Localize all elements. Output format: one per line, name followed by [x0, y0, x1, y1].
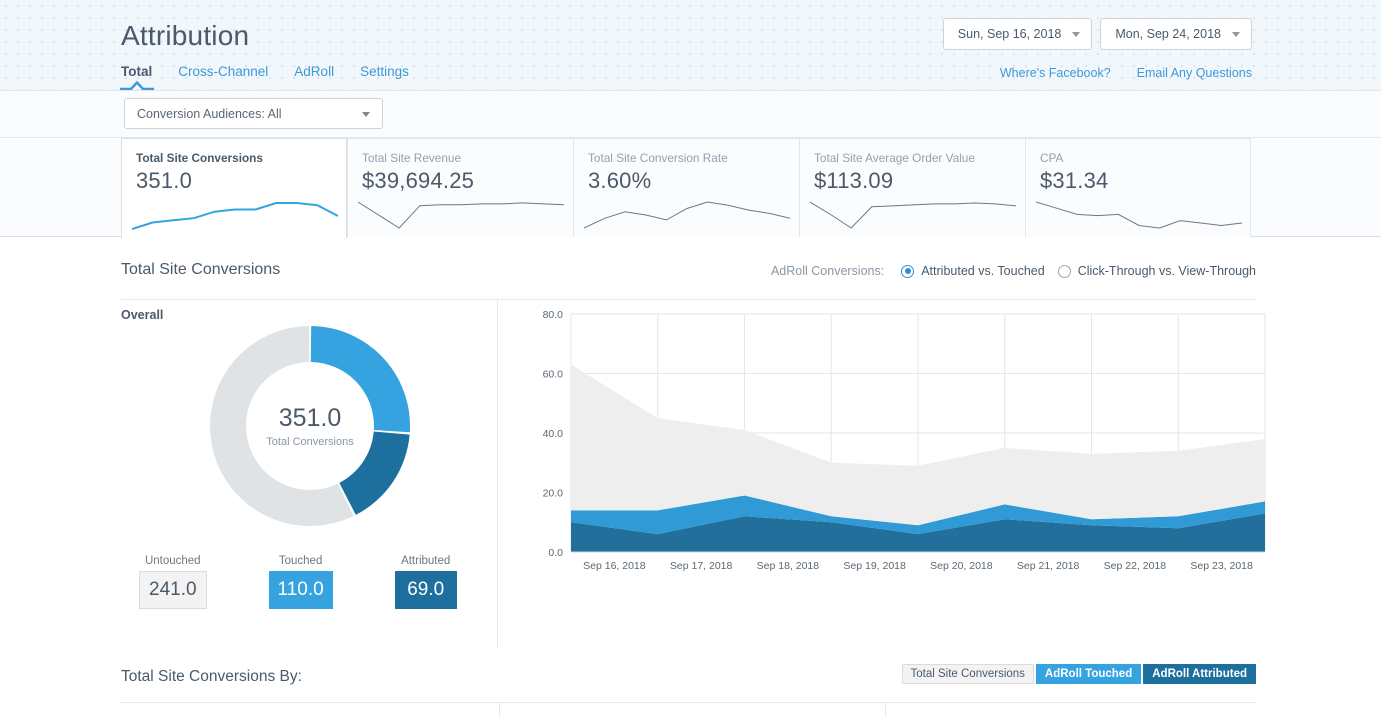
kpi-card-0[interactable]: Total Site Conversions 351.0 [121, 138, 347, 238]
kpi-value: $31.34 [1040, 168, 1236, 194]
kpi-sparkline [584, 197, 790, 231]
conversions-area-chart: 0.0 20.0 40.0 60.0 80.0 Sep 16, 2018 Sep 17, 2… [525, 304, 1277, 588]
breakdown-table-header: Device Type Country Products Viewed [121, 702, 1256, 717]
conversions-panel: Overall 351.0 Total Conversions Untouche… [121, 299, 1256, 648]
conversions-by-title: Total Site Conversions By: [121, 668, 302, 686]
conversions-section-header: Total Site Conversions AdRoll Conversion… [0, 253, 1381, 299]
tab-label: Settings [360, 64, 409, 79]
x-axis-tick-label: Sep 23, 2018 [1190, 560, 1253, 572]
tab-total[interactable]: Total [121, 64, 152, 89]
tab-label: Cross-Channel [178, 64, 268, 79]
chevron-down-icon [362, 112, 370, 117]
x-axis-tick-label: Sep 17, 2018 [670, 560, 733, 572]
chevron-down-icon [1232, 32, 1240, 37]
radio-group-caption: AdRoll Conversions: [771, 264, 884, 278]
x-axis-tick-label: Sep 21, 2018 [1017, 560, 1080, 572]
y-axis-tick-label: 80.0 [543, 309, 564, 321]
y-axis-tick-label: 60.0 [543, 369, 564, 381]
donut-legend: Untouched 241.0 Touched 110.0 Attributed… [139, 555, 457, 609]
legend-caption: Untouched [145, 555, 201, 567]
metric-toggle-group: Total Site Conversions AdRoll Touched Ad… [902, 664, 1257, 684]
end-date-button[interactable]: Mon, Sep 24, 2018 [1100, 18, 1252, 50]
kpi-label: Total Site Conversions [136, 151, 332, 165]
radio-click-through-vs-view-through[interactable]: Click-Through vs. View-Through [1058, 264, 1256, 278]
kpi-card-4[interactable]: CPA $31.34 [1025, 138, 1251, 237]
kpi-value: $113.09 [814, 168, 1011, 194]
tab-active-indicator [120, 81, 154, 90]
start-date-label: Sun, Sep 16, 2018 [958, 27, 1062, 41]
column-header-country[interactable]: Country [499, 703, 885, 717]
kpi-value: $39,694.25 [362, 168, 559, 194]
kpi-sparkline [810, 197, 1016, 231]
kpi-label: CPA [1040, 151, 1236, 165]
tab-adroll[interactable]: AdRoll [294, 64, 334, 89]
x-axis-tick-label: Sep 16, 2018 [583, 560, 646, 572]
legend-item-untouched[interactable]: Untouched 241.0 [139, 555, 207, 609]
legend-caption: Touched [279, 555, 322, 567]
kpi-value: 351.0 [136, 168, 332, 194]
kpi-label: Total Site Revenue [362, 151, 559, 165]
legend-item-touched[interactable]: Touched 110.0 [269, 555, 333, 609]
section-title: Total Site Conversions [121, 261, 280, 279]
start-date-button[interactable]: Sun, Sep 16, 2018 [943, 18, 1093, 50]
kpi-card-2[interactable]: Total Site Conversion Rate 3.60% [573, 138, 799, 237]
page-title: Attribution [121, 20, 249, 52]
kpi-card-1[interactable]: Total Site Revenue $39,694.25 [347, 138, 573, 237]
chevron-down-icon [1072, 32, 1080, 37]
kpi-sparkline [132, 198, 338, 232]
email-questions-link[interactable]: Email Any Questions [1137, 66, 1252, 80]
legend-caption: Attributed [401, 555, 450, 567]
overall-label: Overall [121, 308, 163, 322]
legend-value: 110.0 [269, 571, 333, 609]
radio-label: Click-Through vs. View-Through [1078, 264, 1256, 278]
x-axis-tick-label: Sep 20, 2018 [930, 560, 993, 572]
conversion-audiences-select[interactable]: Conversion Audiences: All [124, 98, 383, 129]
kpi-label: Total Site Conversion Rate [588, 151, 785, 165]
panel-divider [497, 300, 498, 649]
end-date-label: Mon, Sep 24, 2018 [1115, 27, 1221, 41]
kpi-card-list: Total Site Conversions 351.0 Total Site Re… [121, 138, 1251, 237]
x-axis-tick-label: Sep 19, 2018 [843, 560, 906, 572]
attribution-dashboard: Attribution Total Cross-Channel AdRoll S… [0, 0, 1381, 717]
conversions-donut-chart: 351.0 Total Conversions [206, 322, 414, 530]
date-range-picker: Sun, Sep 16, 2018 Mon, Sep 24, 2018 [943, 18, 1252, 50]
header-links: Where's Facebook? Email Any Questions [1000, 66, 1252, 80]
kpi-card-3[interactable]: Total Site Average Order Value $113.09 [799, 138, 1025, 237]
tab-settings[interactable]: Settings [360, 64, 409, 89]
legend-item-attributed[interactable]: Attributed 69.0 [395, 555, 457, 609]
radio-label: Attributed vs. Touched [921, 264, 1044, 278]
donut-total-value: 351.0 [279, 404, 342, 433]
y-axis-tick-label: 40.0 [543, 428, 564, 440]
segment-adroll-attributed[interactable]: AdRoll Attributed [1143, 664, 1256, 684]
donut-center-label: 351.0 Total Conversions [206, 322, 414, 530]
column-header-device-type[interactable]: Device Type [121, 703, 499, 717]
y-axis-tick-label: 20.0 [543, 488, 564, 500]
donut-total-caption: Total Conversions [266, 436, 353, 448]
conversion-audiences-label: Conversion Audiences: All [137, 107, 282, 121]
filter-bar: Conversion Audiences: All [0, 91, 1381, 138]
page-header: Attribution Total Cross-Channel AdRoll S… [0, 0, 1381, 91]
column-header-products-viewed[interactable]: Products Viewed [885, 703, 1256, 717]
x-axis-tick-label: Sep 18, 2018 [757, 560, 820, 572]
radio-attributed-vs-touched[interactable]: Attributed vs. Touched [901, 264, 1044, 278]
tab-label: AdRoll [294, 64, 334, 79]
x-axis-tick-label: Sep 22, 2018 [1104, 560, 1167, 572]
kpi-strip: Total Site Conversions 351.0 Total Site Re… [0, 138, 1381, 237]
kpi-sparkline [1036, 197, 1242, 231]
legend-value: 69.0 [395, 571, 457, 609]
radio-button-icon [1058, 265, 1071, 278]
tab-label: Total [121, 64, 152, 79]
tab-cross-channel[interactable]: Cross-Channel [178, 64, 268, 89]
y-axis-tick-label: 0.0 [548, 547, 563, 559]
kpi-sparkline [358, 197, 564, 231]
main-tabs: Total Cross-Channel AdRoll Settings [121, 64, 409, 89]
legend-value: 241.0 [139, 571, 207, 609]
adroll-conversions-radio-group: AdRoll Conversions: Attributed vs. Touch… [771, 264, 1256, 278]
kpi-label: Total Site Average Order Value [814, 151, 1011, 165]
wheres-facebook-link[interactable]: Where's Facebook? [1000, 66, 1111, 80]
segment-total-site-conversions[interactable]: Total Site Conversions [902, 664, 1034, 684]
radio-button-icon [901, 265, 914, 278]
segment-adroll-touched[interactable]: AdRoll Touched [1036, 664, 1141, 684]
kpi-value: 3.60% [588, 168, 785, 194]
